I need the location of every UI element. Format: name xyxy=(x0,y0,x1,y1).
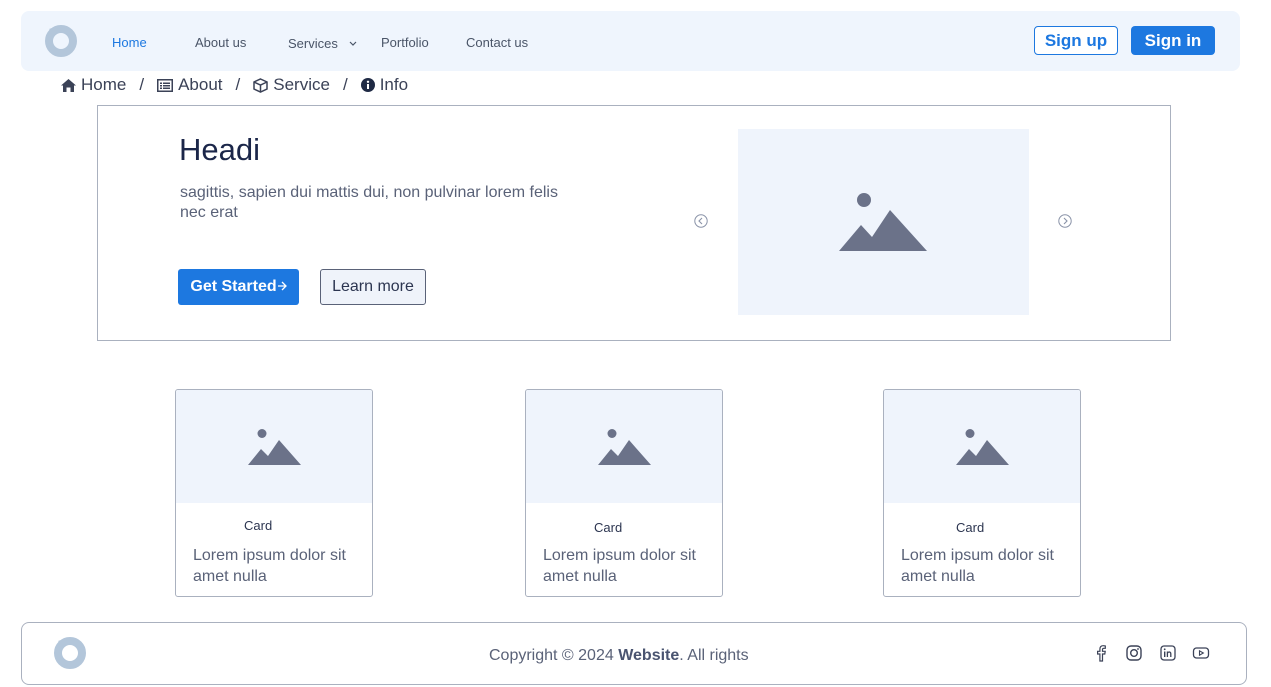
breadcrumb-item-about[interactable]: About xyxy=(157,75,223,95)
image-placeholder-icon xyxy=(839,193,927,251)
card-image-placeholder xyxy=(884,390,1080,503)
facebook-icon[interactable] xyxy=(1092,644,1110,662)
nav-link-about[interactable]: About us xyxy=(195,35,246,50)
breadcrumb-item-service[interactable]: Service xyxy=(253,75,330,95)
nav-link-services[interactable]: Services xyxy=(288,35,357,51)
youtube-icon[interactable] xyxy=(1192,644,1210,662)
copyright-suffix: . All rights xyxy=(679,647,749,664)
get-started-button[interactable]: Get Started xyxy=(178,269,299,305)
breadcrumb-label: Home xyxy=(81,75,127,94)
card-text: Lorem ipsum dolor sit amet nulla xyxy=(543,547,696,585)
card-image-placeholder xyxy=(176,390,372,503)
nav-link-contact[interactable]: Contact us xyxy=(466,35,528,50)
hero-image-placeholder xyxy=(738,129,1029,315)
breadcrumb-separator: / xyxy=(139,75,145,94)
nav-link-portfolio[interactable]: Portfolio xyxy=(381,35,429,50)
chevron-down-icon xyxy=(349,35,357,50)
image-placeholder-icon xyxy=(248,429,301,465)
footer: Copyright © 2024 Website. All rights xyxy=(21,622,1247,685)
card-title: Card xyxy=(594,520,623,535)
chevron-right-circle-icon[interactable] xyxy=(1058,214,1072,228)
sign-in-button[interactable]: Sign in xyxy=(1131,26,1215,55)
home-icon xyxy=(61,78,76,92)
breadcrumb-item-info[interactable]: Info xyxy=(360,75,409,95)
sign-up-button[interactable]: Sign up xyxy=(1034,26,1118,55)
breadcrumb-label: Info xyxy=(379,75,409,94)
get-started-label: Get Started xyxy=(190,278,277,295)
navbar: Home About us Services Portfolio Contact… xyxy=(21,11,1240,71)
breadcrumb-item-home[interactable]: Home xyxy=(61,75,126,95)
card[interactable]: Card Lorem ipsum dolor sit amet nulla xyxy=(175,389,373,597)
card[interactable]: Card Lorem ipsum dolor sit amet nulla xyxy=(883,389,1081,597)
breadcrumb-label: About xyxy=(178,75,223,94)
logo-ring-icon[interactable] xyxy=(44,24,78,58)
breadcrumb-separator: / xyxy=(342,75,348,94)
learn-more-button[interactable]: Learn more xyxy=(320,269,426,305)
image-placeholder-icon xyxy=(956,429,1009,465)
linkedin-icon[interactable] xyxy=(1159,644,1177,662)
hero-section: Headi sagittis, sapien dui mattis dui, n… xyxy=(97,105,1171,341)
instagram-icon[interactable] xyxy=(1125,644,1143,662)
card[interactable]: Card Lorem ipsum dolor sit amet nulla xyxy=(525,389,723,597)
copyright-text: Copyright © 2024 Website. All rights xyxy=(489,647,749,665)
nav-link-home[interactable]: Home xyxy=(112,35,147,50)
card-text: Lorem ipsum dolor sit amet nulla xyxy=(193,547,346,585)
hero-title: Headi xyxy=(179,132,260,167)
image-placeholder-icon xyxy=(598,429,651,465)
breadcrumb-separator: / xyxy=(235,75,241,94)
hero-description: sagittis, sapien dui mattis dui, non pul… xyxy=(180,184,558,221)
card-image-placeholder xyxy=(526,390,722,503)
info-icon xyxy=(360,78,375,92)
breadcrumb: Home / About / Service / Info xyxy=(61,74,408,96)
copyright-brand[interactable]: Website xyxy=(618,647,679,664)
nav-link-services-label: Services xyxy=(288,36,338,51)
card-title: Card xyxy=(244,518,273,533)
box-icon xyxy=(253,77,269,93)
copyright-prefix: Copyright © 2024 xyxy=(489,647,619,664)
card-title: Card xyxy=(956,520,985,535)
arrow-right-icon xyxy=(277,278,287,296)
logo-ring-icon[interactable] xyxy=(53,636,87,670)
chevron-left-circle-icon[interactable] xyxy=(694,214,708,228)
list-icon xyxy=(157,78,174,92)
card-text: Lorem ipsum dolor sit amet nulla xyxy=(901,547,1054,585)
breadcrumb-label: Service xyxy=(273,75,330,94)
